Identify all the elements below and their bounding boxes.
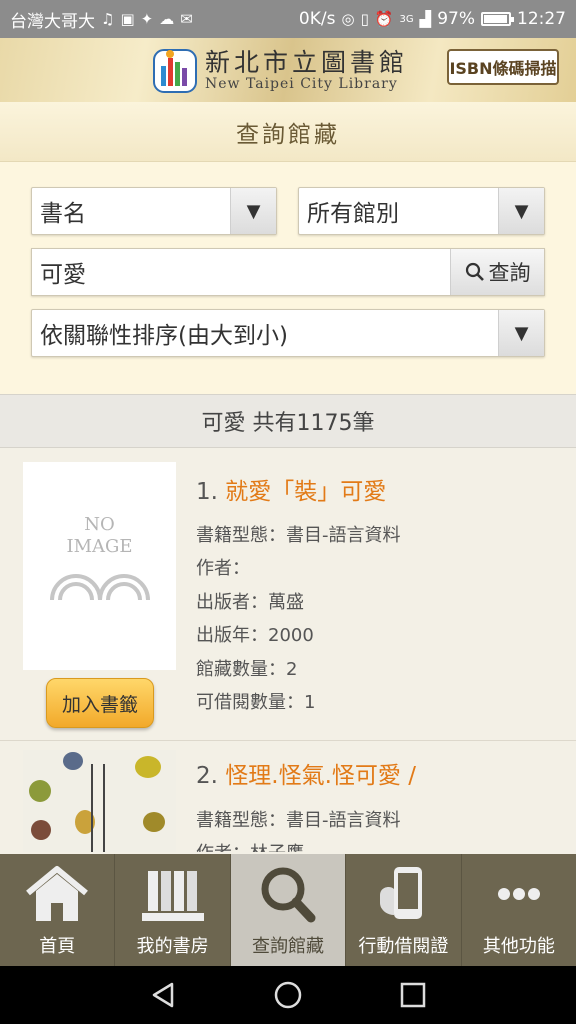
- recents-icon[interactable]: [398, 980, 428, 1010]
- nav-more[interactable]: 其他功能: [462, 854, 576, 966]
- vibrate-icon: ▯: [360, 9, 369, 28]
- result-summary: 可愛 共有1175筆: [0, 394, 576, 448]
- search-button[interactable]: 查詢: [450, 249, 544, 295]
- books-icon: [141, 871, 204, 921]
- battery-icon: [481, 12, 514, 26]
- library-logo-icon: [153, 49, 197, 93]
- twitter-icon: ✦: [140, 9, 154, 28]
- dropdown-arrow-icon: ▼: [230, 188, 276, 234]
- dropdown-arrow-icon: ▼: [498, 188, 544, 234]
- book-title: 就愛「裝」可愛: [225, 479, 387, 505]
- nav-home[interactable]: 首頁: [0, 854, 116, 966]
- no-image-text-2: IMAGE: [66, 536, 133, 557]
- home-circle-icon[interactable]: [273, 980, 303, 1010]
- signal-icon: ▟: [419, 9, 432, 28]
- book-title: 怪理.怪氣.怪可愛 /: [225, 763, 416, 789]
- book-author: 作者：: [196, 558, 250, 579]
- book-cover[interactable]: NO IMAGE: [23, 462, 176, 670]
- search-input[interactable]: [32, 249, 450, 295]
- book-type: 書籍型態：書目-語言資料: [196, 525, 401, 546]
- bottom-nav: 首頁 我的書房 查詢館藏 行動借閱證 其他功能: [0, 854, 576, 966]
- item-index: 2.: [196, 763, 218, 789]
- library-banner: 新北市立圖書館 New Taipei City Library ISBN條碼掃描: [0, 38, 576, 102]
- book-author: 作者：林子鷹: [196, 839, 304, 852]
- branch-value: 所有館別: [307, 201, 399, 227]
- alarm-icon: ⏰: [374, 9, 394, 28]
- nav-mobile-card[interactable]: 行動借閱證: [346, 854, 462, 966]
- book-publisher: 出版者：萬盛: [196, 592, 304, 613]
- book-available: 可借閱數量：1: [196, 692, 316, 713]
- page-title: 查詢館藏: [236, 121, 340, 148]
- search-button-label: 查詢: [488, 261, 531, 285]
- back-icon[interactable]: [148, 980, 178, 1010]
- nav-search[interactable]: 查詢館藏: [230, 854, 347, 966]
- carrier-label: 台灣大哥大: [10, 11, 95, 32]
- sort-value: 依關聯性排序(由大到小): [40, 323, 288, 349]
- list-item[interactable]: NO IMAGE 加入書籤 1. 就愛「裝」可愛 書籍型態：書目-語言資料 作者…: [0, 448, 576, 741]
- nav-my-books[interactable]: 我的書房: [115, 854, 231, 966]
- book-type: 書籍型態：書目-語言資料: [196, 810, 401, 831]
- dropdown-arrow-icon: ▼: [498, 310, 544, 356]
- book-title-link[interactable]: 1. 就愛「裝」可愛: [196, 472, 386, 506]
- mail-icon: ✉: [180, 9, 193, 28]
- clock: 12:27: [517, 9, 566, 29]
- magnifier-icon: [465, 262, 484, 281]
- result-list[interactable]: NO IMAGE 加入書籤 1. 就愛「裝」可愛 書籍型態：書目-語言資料 作者…: [0, 448, 576, 852]
- sort-select[interactable]: 依關聯性排序(由大到小) ▼: [31, 309, 545, 357]
- item-index: 1.: [196, 479, 218, 505]
- music-icon: ♫: [101, 9, 115, 28]
- network-speed: 0K/s: [298, 9, 336, 29]
- isbn-scan-button[interactable]: ISBN條碼掃描: [447, 49, 559, 85]
- status-bar: 台灣大哥大 ♫ ▣ ✦ ☁ ✉ 0K/s ◎ ▯ ⏰ 3G ▟ 97% 12:2…: [0, 0, 576, 38]
- no-image-placeholder: NO IMAGE: [23, 462, 176, 670]
- book-title-link[interactable]: 2. 怪理.怪氣.怪可愛 /: [196, 756, 416, 790]
- nav-label: 行動借閱證: [358, 936, 449, 957]
- home-icon: [26, 866, 89, 921]
- open-book-icon: [49, 574, 150, 601]
- list-item[interactable]: 2. 怪理.怪氣.怪可愛 / 書籍型態：書目-語言資料 作者：林子鷹: [0, 742, 576, 852]
- signal-type: 3G: [399, 13, 414, 25]
- book-holdings: 館藏數量：2: [196, 659, 298, 680]
- no-image-text-1: NO: [84, 514, 115, 535]
- nav-label: 首頁: [39, 936, 76, 957]
- system-nav-bar: [0, 966, 576, 1024]
- battery-percent: 97%: [437, 9, 475, 29]
- search-bar: 查詢: [31, 248, 545, 296]
- page-title-bar: 查詢館藏: [0, 102, 576, 162]
- search-panel: 書名 ▼ 所有館別 ▼ 查詢 依關聯性排序(由大到小) ▼: [0, 162, 576, 394]
- cloud-icon: ☁: [159, 9, 175, 28]
- headset-icon: ◎: [341, 9, 355, 28]
- library-name-en: New Taipei City Library: [205, 76, 398, 92]
- nav-label: 我的書房: [136, 936, 209, 957]
- search-field-value: 書名: [40, 201, 86, 227]
- nav-label: 查詢館藏: [252, 936, 325, 957]
- search-field-select[interactable]: 書名 ▼: [31, 187, 277, 235]
- nav-label: 其他功能: [482, 936, 555, 957]
- search-icon: [261, 867, 316, 923]
- phone-card-icon: [380, 867, 423, 919]
- message-icon: ▣: [120, 9, 135, 28]
- book-year: 出版年：2000: [196, 625, 314, 646]
- add-bookmark-button[interactable]: 加入書籤: [46, 678, 154, 728]
- book-cover[interactable]: [23, 750, 176, 852]
- library-name: 新北市立圖書館: [205, 48, 409, 77]
- branch-select[interactable]: 所有館別 ▼: [298, 187, 545, 235]
- more-icon: [497, 888, 540, 900]
